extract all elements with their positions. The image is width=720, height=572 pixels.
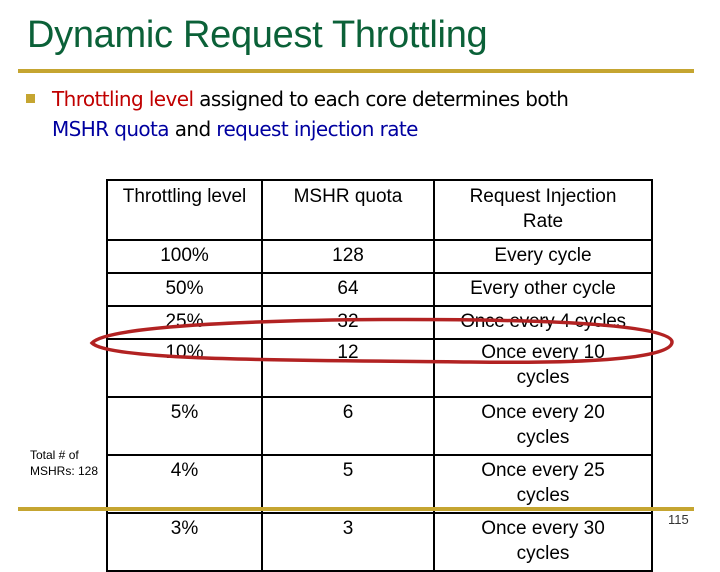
page-number: 115: [668, 512, 689, 527]
table-header-row: Throttling level MSHR quota Request Inje…: [106, 179, 653, 241]
cell-rate: Every cycle: [433, 239, 653, 274]
emphasis-request-injection-rate: request injection rate: [216, 117, 418, 141]
table-row: 3% 3 Once every 30 cycles: [106, 512, 653, 572]
table-row: 25% 32 Once every 4 cycles: [106, 305, 653, 340]
header-throttling-level: Throttling level: [106, 179, 263, 241]
cell-level: 10%: [106, 338, 263, 398]
cell-text: 128: [332, 245, 364, 266]
bullet-text-part: assigned to each core determines both: [193, 87, 569, 111]
cell-text: 100%: [160, 245, 209, 266]
slide-title: Dynamic Request Throttling: [27, 14, 488, 56]
cell-text: Request Injection Rate: [469, 186, 617, 232]
cell-text: 4%: [170, 460, 199, 481]
mshr-total-note: Total # of MSHRs: 128: [30, 448, 99, 478]
cell-quota: 12: [261, 338, 435, 398]
cell-text: 3: [342, 518, 354, 539]
table-row: 50% 64 Every other cycle: [106, 272, 653, 307]
table-row-highlighted: 10% 12 Once every 10 cycles: [106, 338, 653, 398]
header-request-injection-rate: Request Injection Rate: [433, 179, 653, 241]
cell-level: 4%: [106, 454, 263, 514]
cell-quota: 32: [261, 305, 435, 340]
cell-text: 64: [337, 278, 359, 299]
header-mshr-quota: MSHR quota: [261, 179, 435, 241]
cell-text: Throttling level: [122, 186, 247, 207]
cell-text: 5: [342, 460, 354, 481]
cell-text: Every other cycle: [470, 278, 616, 299]
cell-text: 25%: [165, 311, 204, 332]
cell-text: 5%: [170, 402, 199, 423]
cell-text: MSHR quota: [293, 186, 403, 207]
cell-text: 10%: [165, 342, 204, 363]
footer-divider: [18, 507, 694, 511]
cell-rate: Once every 10 cycles: [433, 338, 653, 398]
cell-level: 25%: [106, 305, 263, 340]
bullet-text-part: and: [168, 117, 217, 141]
cell-rate: Once every 25 cycles: [433, 454, 653, 514]
throttling-table: Throttling level MSHR quota Request Inje…: [106, 179, 653, 572]
table-row: 100% 128 Every cycle: [106, 239, 653, 274]
bullet-marker-icon: [26, 94, 35, 103]
cell-level: 100%: [106, 239, 263, 274]
cell-quota: 5: [261, 454, 435, 514]
cell-text: 12: [337, 342, 359, 363]
cell-text: 6: [342, 402, 354, 423]
cell-quota: 6: [261, 396, 435, 456]
cell-level: 50%: [106, 272, 263, 307]
cell-text: 3%: [170, 518, 199, 539]
table-row: 4% 5 Once every 25 cycles: [106, 454, 653, 514]
cell-text: 32: [337, 311, 359, 332]
cell-text: Once every 10 cycles: [481, 342, 605, 388]
cell-text: Every cycle: [494, 245, 592, 266]
cell-quota: 128: [261, 239, 435, 274]
cell-rate: Every other cycle: [433, 272, 653, 307]
cell-quota: 3: [261, 512, 435, 572]
cell-text: Once every 20 cycles: [481, 402, 605, 448]
table-row: 5% 6 Once every 20 cycles: [106, 396, 653, 456]
cell-text: Once every 25 cycles: [481, 460, 605, 506]
cell-level: 5%: [106, 396, 263, 456]
cell-text: 50%: [165, 278, 204, 299]
cell-rate: Once every 20 cycles: [433, 396, 653, 456]
emphasis-mshr-quota: MSHR quota: [52, 117, 170, 141]
emphasis-throttling-level: Throttling level: [52, 87, 194, 111]
cell-rate: Once every 4 cycles: [433, 305, 653, 340]
cell-text: Once every 4 cycles: [460, 311, 626, 332]
cell-text: Once every 30 cycles: [481, 518, 605, 564]
title-divider: [18, 69, 694, 73]
bullet-text: Throttling level assigned to each core d…: [52, 84, 569, 144]
cell-quota: 64: [261, 272, 435, 307]
cell-rate: Once every 30 cycles: [433, 512, 653, 572]
cell-level: 3%: [106, 512, 263, 572]
